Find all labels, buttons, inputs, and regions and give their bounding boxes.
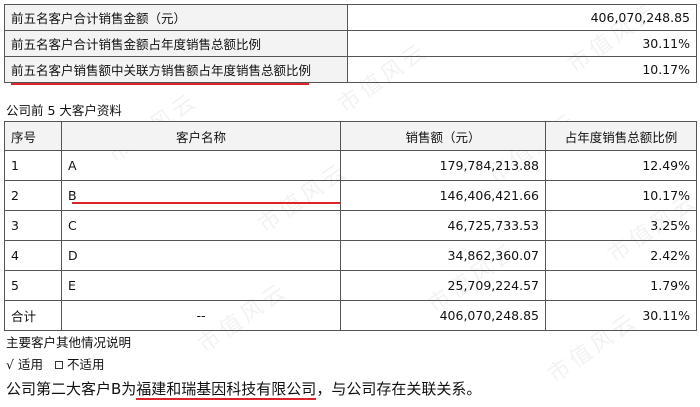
cell-name: B [61, 180, 341, 211]
cell-sales: 179,784,213.88 [340, 150, 546, 181]
total-name: -- [61, 300, 341, 331]
table-row: 3 C 46,725,733.53 3.25% [4, 210, 697, 241]
check-mark: √ [6, 357, 14, 372]
cell-name: D [61, 240, 341, 271]
cell-name: C [61, 210, 341, 241]
table-row: 1 A 179,784,213.88 12.49% [4, 150, 697, 181]
highlight-underline [11, 83, 309, 85]
applicable-label: 适用 [17, 357, 43, 372]
table-total-row: 合计 -- 406,070,248.85 30.11% [4, 300, 697, 331]
cell-no: 4 [4, 240, 62, 271]
cell-name: A [61, 150, 341, 181]
cell-sales: 46,725,733.53 [340, 210, 546, 241]
cell-ratio: 3.25% [545, 210, 697, 241]
summary-label: 前五名客户合计销售金额（元） [4, 4, 348, 31]
cell-ratio: 2.42% [545, 240, 697, 271]
note-prefix: 公司第二大客户B为 [6, 380, 137, 398]
cell-sales: 25,709,224.57 [340, 270, 546, 301]
cell-ratio: 1.79% [545, 270, 697, 301]
customer-table: 序号 客户名称 销售额（元） 占年度销售总额比例 1 A 179,784,213… [4, 121, 697, 331]
summary-label: 前五名客户合计销售金额占年度销售总额比例 [4, 30, 348, 57]
cell-no: 5 [4, 270, 62, 301]
table-row: 5 E 25,709,224.57 1.79% [4, 270, 697, 301]
summary-row: 前五名客户合计销售金额（元） 406,070,248.85 [4, 4, 697, 31]
cell-sales: 34,862,360.07 [340, 240, 546, 271]
table-row: 2 B 146,406,421.66 10.17% [4, 180, 697, 211]
total-ratio: 30.11% [545, 300, 697, 331]
cell-no: 2 [4, 180, 62, 211]
summary-table: 前五名客户合计销售金额（元） 406,070,248.85 前五名客户合计销售金… [4, 4, 697, 83]
total-sales: 406,070,248.85 [340, 300, 546, 331]
cell-sales: 146,406,421.66 [340, 180, 546, 211]
summary-value: 10.17% [347, 56, 697, 83]
table-header-row: 序号 客户名称 销售额（元） 占年度销售总额比例 [4, 121, 697, 151]
header-sales: 销售额（元） [340, 121, 546, 151]
cell-ratio: 12.49% [545, 150, 697, 181]
highlight-underline [72, 202, 340, 204]
section-title: 公司前 5 大客户资料 [6, 103, 122, 118]
summary-value: 30.11% [347, 30, 697, 57]
note-company: 福建和瑞基因科技有限公司 [136, 380, 317, 400]
header-ratio: 占年度销售总额比例 [545, 121, 697, 151]
cell-no: 3 [4, 210, 62, 241]
note-suffix: ，与公司存在关联关系。 [316, 380, 482, 398]
checkbox-icon [54, 360, 63, 369]
other-notes-title: 主要客户其他情况说明 [6, 335, 132, 350]
total-label: 合计 [4, 300, 62, 331]
header-name: 客户名称 [61, 121, 341, 151]
cell-ratio: 10.17% [545, 180, 697, 211]
header-no: 序号 [4, 121, 62, 151]
summary-value: 406,070,248.85 [347, 4, 697, 31]
cell-no: 1 [4, 150, 62, 181]
applicability-line: √ 适用 不适用 [6, 354, 104, 373]
summary-row: 前五名客户销售额中关联方销售额占年度销售总额比例 10.17% [4, 56, 697, 83]
cell-name: E [61, 270, 341, 301]
note-line: 公司第二大客户B为福建和瑞基因科技有限公司，与公司存在关联关系。 [6, 378, 482, 400]
summary-row: 前五名客户合计销售金额占年度销售总额比例 30.11% [4, 30, 697, 57]
not-applicable-label: 不适用 [66, 357, 105, 372]
summary-label: 前五名客户销售额中关联方销售额占年度销售总额比例 [4, 56, 348, 83]
table-row: 4 D 34,862,360.07 2.42% [4, 240, 697, 271]
